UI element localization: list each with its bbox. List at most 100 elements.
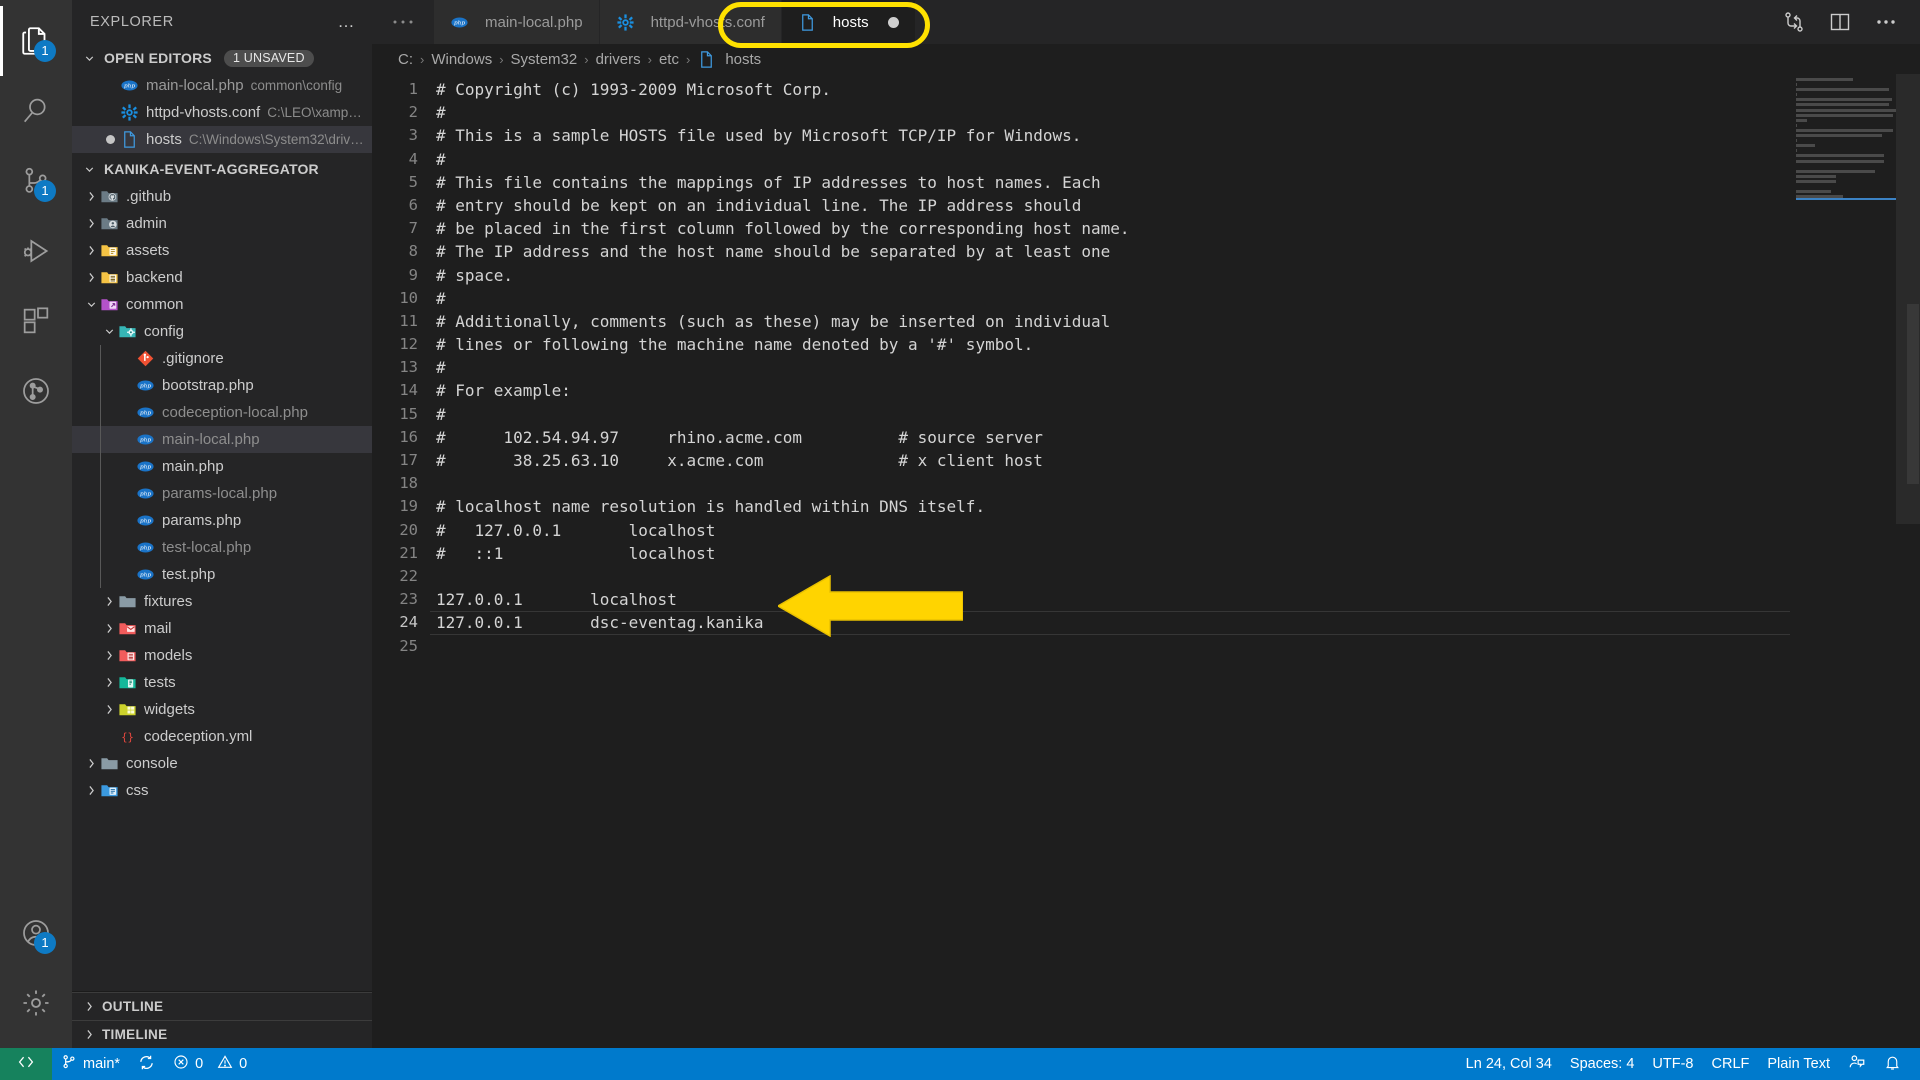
code-line[interactable]: # space.: [430, 264, 1790, 287]
open-editor-item[interactable]: php main-local.php common\config: [72, 72, 372, 99]
chevron-right-icon[interactable]: [82, 782, 100, 800]
code-line[interactable]: # localhost name resolution is handled w…: [430, 495, 1790, 518]
code-line[interactable]: 127.0.0.1 dsc-eventag.kanika: [430, 611, 1790, 635]
tree-item-common[interactable]: common: [72, 291, 372, 318]
tree-item-models[interactable]: models: [72, 642, 372, 669]
status-problems[interactable]: 0 0: [164, 1048, 256, 1080]
status-eol[interactable]: CRLF: [1703, 1048, 1759, 1080]
split-compare-icon[interactable]: [1782, 10, 1806, 34]
status-sync-button[interactable]: [129, 1048, 164, 1080]
tree-item-codeception-local-php[interactable]: php codeception-local.php: [72, 399, 372, 426]
code-line[interactable]: #: [430, 403, 1790, 426]
chevron-down-icon[interactable]: [82, 296, 100, 314]
tree-item-params-local-php[interactable]: php params-local.php: [72, 480, 372, 507]
tree-item--gitignore[interactable]: .gitignore: [72, 345, 372, 372]
code-content[interactable]: # Copyright (c) 1993-2009 Microsoft Corp…: [430, 74, 1790, 1048]
breadcrumb-segment[interactable]: hosts: [725, 51, 761, 68]
status-indentation[interactable]: Spaces: 4: [1561, 1048, 1644, 1080]
code-line[interactable]: [430, 565, 1790, 588]
tree-item-console[interactable]: console: [72, 750, 372, 777]
tree-item-tests[interactable]: tests: [72, 669, 372, 696]
code-line[interactable]: # The IP address and the host name shoul…: [430, 240, 1790, 263]
code-editor[interactable]: 1 2 3 4 5 6 7 8 9 10 11 12 13 14 15 16 17 18 19 20 21 22 23 24 2…: [372, 74, 1920, 1048]
status-branch[interactable]: main*: [52, 1048, 129, 1080]
status-cursor-position[interactable]: Ln 24, Col 34: [1457, 1048, 1561, 1080]
code-line[interactable]: 127.0.0.1 localhost: [430, 588, 1790, 611]
section-project-root[interactable]: KANIKA-EVENT-AGGREGATOR: [72, 155, 372, 183]
tree-item-widgets[interactable]: widgets: [72, 696, 372, 723]
chevron-down-icon[interactable]: [100, 323, 118, 341]
tree-item-config[interactable]: config: [72, 318, 372, 345]
code-line[interactable]: #: [430, 101, 1790, 124]
code-line[interactable]: #: [430, 356, 1790, 379]
chevron-right-icon[interactable]: [82, 269, 100, 287]
editor-tab-main-local-php[interactable]: php main-local.php: [434, 0, 600, 44]
status-remote-button[interactable]: [0, 1048, 52, 1080]
editor-tab-httpd-vhosts-conf[interactable]: httpd-vhosts.conf: [599, 0, 782, 44]
open-editor-item[interactable]: httpd-vhosts.conf C:\LEO\xampp\...: [72, 99, 372, 126]
breadcrumb-segment[interactable]: C:: [398, 51, 413, 68]
tree-item-main-local-php[interactable]: php main-local.php: [72, 426, 372, 453]
editor-scrollbar[interactable]: [1906, 74, 1920, 1048]
activity-bar-item-run-and-debug[interactable]: [0, 216, 72, 286]
chevron-right-icon[interactable]: [82, 188, 100, 206]
tree-item-admin[interactable]: admin: [72, 210, 372, 237]
sidebar-more-actions-icon[interactable]: …: [338, 13, 357, 30]
chevron-right-icon[interactable]: [100, 647, 118, 665]
chevron-right-icon[interactable]: [100, 701, 118, 719]
tree-item-mail[interactable]: mail: [72, 615, 372, 642]
status-feedback-button[interactable]: [1839, 1048, 1875, 1080]
breadcrumb-segment[interactable]: Windows: [431, 51, 492, 68]
section-outline[interactable]: OUTLINE: [72, 992, 372, 1020]
code-line[interactable]: # 102.54.94.97 rhino.acme.com # source s…: [430, 426, 1790, 449]
split-editor-icon[interactable]: [1828, 10, 1852, 34]
tree-item-test-local-php[interactable]: php test-local.php: [72, 534, 372, 561]
code-line[interactable]: # entry should be kept on an individual …: [430, 194, 1790, 217]
chevron-right-icon[interactable]: [100, 674, 118, 692]
code-line[interactable]: # For example:: [430, 379, 1790, 402]
chevron-right-icon[interactable]: [82, 755, 100, 773]
tree-item--github[interactable]: .github: [72, 183, 372, 210]
tree-item-params-php[interactable]: php params.php: [72, 507, 372, 534]
breadcrumb-segment[interactable]: etc: [659, 51, 679, 68]
section-open-editors[interactable]: OPEN EDITORS 1 UNSAVED: [72, 44, 372, 72]
open-editor-item[interactable]: hosts C:\Windows\System32\driver...: [72, 126, 372, 153]
tree-item-test-php[interactable]: php test.php: [72, 561, 372, 588]
chevron-right-icon[interactable]: [82, 242, 100, 260]
code-line[interactable]: #: [430, 148, 1790, 171]
code-line[interactable]: # Additionally, comments (such as these)…: [430, 310, 1790, 333]
breadcrumb-segment[interactable]: drivers: [596, 51, 641, 68]
code-line[interactable]: # This file contains the mappings of IP …: [430, 171, 1790, 194]
activity-bar-item-git-graph[interactable]: [0, 356, 72, 426]
code-line[interactable]: # be placed in the first column followed…: [430, 217, 1790, 240]
tree-item-codeception-yml[interactable]: {} codeception.yml: [72, 723, 372, 750]
chevron-right-icon[interactable]: [100, 593, 118, 611]
tree-item-css[interactable]: css: [72, 777, 372, 804]
more-actions-icon[interactable]: [1874, 17, 1898, 27]
activity-bar-item-source-control[interactable]: 1: [0, 146, 72, 216]
code-line[interactable]: [430, 635, 1790, 658]
editor-tab-hosts[interactable]: hosts: [781, 0, 916, 44]
section-timeline[interactable]: TIMELINE: [72, 1020, 372, 1048]
tree-item-assets[interactable]: assets: [72, 237, 372, 264]
code-line[interactable]: # Copyright (c) 1993-2009 Microsoft Corp…: [430, 78, 1790, 101]
tree-item-backend[interactable]: backend: [72, 264, 372, 291]
code-line[interactable]: [430, 472, 1790, 495]
scrollbar-thumb[interactable]: [1907, 304, 1919, 484]
status-language-mode[interactable]: Plain Text: [1758, 1048, 1839, 1080]
activity-bar-item-extensions[interactable]: [0, 286, 72, 356]
status-encoding[interactable]: UTF-8: [1643, 1048, 1702, 1080]
status-notifications-button[interactable]: [1875, 1048, 1910, 1080]
breadcrumb-segment[interactable]: System32: [511, 51, 578, 68]
code-line[interactable]: #: [430, 287, 1790, 310]
code-line[interactable]: # 38.25.63.10 x.acme.com # x client host: [430, 449, 1790, 472]
code-line[interactable]: # 127.0.0.1 localhost: [430, 519, 1790, 542]
minimap[interactable]: [1790, 74, 1920, 1048]
chevron-right-icon[interactable]: [100, 620, 118, 638]
code-line[interactable]: # This is a sample HOSTS file used by Mi…: [430, 124, 1790, 147]
activity-bar-item-settings[interactable]: [0, 968, 72, 1038]
activity-bar-item-accounts[interactable]: 1: [0, 898, 72, 968]
tab-dirty-indicator[interactable]: [887, 17, 899, 28]
tree-item-bootstrap-php[interactable]: php bootstrap.php: [72, 372, 372, 399]
activity-bar-item-search[interactable]: [0, 76, 72, 146]
